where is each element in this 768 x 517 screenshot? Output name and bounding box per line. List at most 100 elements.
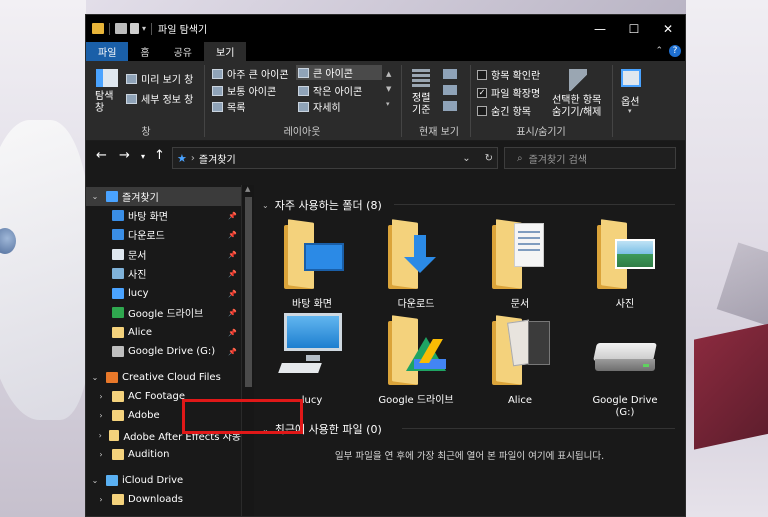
monitor-overlay xyxy=(304,243,344,271)
desktop-wallpaper-right xyxy=(686,0,768,517)
sidebar-item-label: Google 드라이브 xyxy=(128,309,204,320)
maximize-button[interactable]: ☐ xyxy=(617,15,651,42)
sidebar-item-즐겨찾기[interactable]: ⌄ 즐겨찾기 xyxy=(86,187,241,206)
sidebar-item-downloads[interactable]: › Downloads xyxy=(86,490,241,509)
add-columns-icon[interactable] xyxy=(443,85,457,95)
tab-share[interactable]: 공유 xyxy=(162,42,204,61)
sidebar-item-google-드라이브[interactable]: Google 드라이브 📌 xyxy=(86,303,241,322)
folder-tile[interactable]: 다운로드 xyxy=(376,213,456,323)
navigation-scrollbar[interactable]: ▲ xyxy=(241,185,254,516)
sidebar-item-문서[interactable]: 문서 📌 xyxy=(86,245,241,264)
navigation-pane-button[interactable]: 탐색 창 xyxy=(95,91,113,115)
chevron-down-icon[interactable]: ⌄ xyxy=(90,192,100,201)
sort-by-button[interactable]: 정렬 기준 xyxy=(412,93,430,117)
hidden-items-checkbox[interactable] xyxy=(477,105,487,116)
navigation-pane-icon[interactable] xyxy=(96,69,118,87)
size-columns-icon[interactable] xyxy=(443,101,457,111)
chevron-right-icon[interactable]: › xyxy=(96,411,106,420)
scroll-up-arrow[interactable]: ▲ xyxy=(245,185,250,193)
search-input[interactable]: ⌕ 즐겨찾기 검색 xyxy=(504,147,676,169)
sidebar-item-label: 즐겨찾기 xyxy=(122,193,159,204)
up-button[interactable]: ↑ xyxy=(154,148,165,163)
hide-selected-icon[interactable] xyxy=(569,69,587,91)
scrollbar-thumb[interactable] xyxy=(245,197,252,387)
sidebar-item-label: AC Footage xyxy=(128,391,186,402)
layout-list[interactable]: 목록 xyxy=(227,99,245,114)
chevron-right-icon[interactable]: › xyxy=(96,392,106,401)
tab-file[interactable]: 파일 xyxy=(86,42,129,61)
drive-led xyxy=(643,364,649,367)
frequent-folders-header[interactable]: ⌄ 자주 사용하는 폴더 (8) xyxy=(262,197,382,213)
sidebar-item-다운로드[interactable]: 다운로드 📌 xyxy=(86,225,241,244)
sidebar-item-google-drive-g-[interactable]: Google Drive (G:) 📌 xyxy=(86,342,241,361)
sidebar-item-creative-cloud-files[interactable]: ⌄ Creative Cloud Files xyxy=(86,368,241,387)
icloud-icon xyxy=(106,475,118,486)
folder-tile[interactable]: Alice xyxy=(480,309,560,419)
ribbon-tabs: 파일 홈 공유 보기 ⌃ ? xyxy=(86,42,685,61)
minimize-button[interactable]: — xyxy=(583,15,617,42)
item-checkboxes-checkbox[interactable] xyxy=(477,69,487,80)
help-icon[interactable]: ? xyxy=(669,45,681,57)
folder-icon xyxy=(480,309,560,393)
pin-icon: 📌 xyxy=(228,308,237,317)
chevron-down-icon[interactable]: ⌄ xyxy=(90,476,100,485)
back-button[interactable]: ← xyxy=(96,148,107,163)
folder-icon xyxy=(112,449,124,460)
hidden-items-label[interactable]: 숨긴 항목 xyxy=(491,103,531,118)
close-button[interactable]: ✕ xyxy=(651,15,685,42)
file-extensions-checkbox[interactable]: ✓ xyxy=(477,87,487,98)
details-pane-button[interactable]: 세부 정보 창 xyxy=(141,91,193,106)
chevron-down-icon[interactable]: ▾ xyxy=(142,24,146,33)
layout-scroll-arrows[interactable]: ▲ ▼ ▾ xyxy=(386,67,391,112)
wallpaper-scarf xyxy=(694,320,768,450)
breadcrumb-separator: › xyxy=(190,152,195,164)
chevron-right-icon[interactable]: › xyxy=(96,431,104,440)
layout-large-icons[interactable]: 큰 아이콘 xyxy=(313,65,353,80)
hide-selected-button[interactable]: 선택한 항목 숨기기/해제 xyxy=(552,95,601,119)
chevron-right-icon[interactable]: › xyxy=(96,495,106,504)
folder-tile[interactable]: 사진 xyxy=(585,213,665,323)
address-field[interactable]: ★ › 즐겨찾기 ⌄ ↻ xyxy=(172,147,498,169)
folder-icon xyxy=(112,327,124,338)
chevron-right-icon[interactable]: › xyxy=(96,450,106,459)
options-icon[interactable] xyxy=(621,69,641,87)
folder-tile[interactable]: Google 드라이브 xyxy=(376,309,456,419)
options-button[interactable]: 옵션 xyxy=(621,93,639,108)
forward-button[interactable]: → xyxy=(119,148,130,163)
folder-tile[interactable]: 바탕 화면 xyxy=(272,213,352,323)
chevron-down-icon[interactable]: ⌄ xyxy=(90,373,100,382)
breadcrumb[interactable]: 즐겨찾기 xyxy=(199,151,236,166)
chevron-up-icon[interactable]: ⌃ xyxy=(655,46,663,56)
tab-view[interactable]: 보기 xyxy=(204,42,247,61)
address-bar-row: ← → ▾ ↑ ★ › 즐겨찾기 ⌄ ↻ ⌕ 즐겨찾기 검색 xyxy=(86,141,685,173)
sidebar-item-사진[interactable]: 사진 📌 xyxy=(86,264,241,283)
document-page xyxy=(514,223,544,267)
folder-label: Alice xyxy=(507,395,533,406)
sidebar-item-icloud-drive[interactable]: ⌄ iCloud Drive xyxy=(86,471,241,490)
recent-locations-button[interactable]: ▾ xyxy=(141,152,145,161)
layout-details[interactable]: 자세히 xyxy=(313,99,341,114)
layout-medium-icons[interactable]: 보통 아이콘 xyxy=(227,83,276,98)
preview-pane-button[interactable]: 미리 보기 창 xyxy=(141,71,193,86)
file-extensions-label[interactable]: 파일 확장명 xyxy=(491,85,540,100)
recent-files-empty-message: 일부 파일을 연 후에 가장 최근에 열어 본 파일이 여기에 표시됩니다. xyxy=(334,451,605,462)
tab-home[interactable]: 홈 xyxy=(128,42,161,61)
layout-small-icons[interactable]: 작은 아이콘 xyxy=(313,83,362,98)
sidebar-item-lucy[interactable]: lucy 📌 xyxy=(86,284,241,303)
folder-tile[interactable]: 문서 xyxy=(480,213,560,323)
ribbon-group-pane: 창 xyxy=(141,127,151,138)
folder-tile[interactable]: Google Drive (G:) xyxy=(585,309,665,419)
group-by-icon[interactable] xyxy=(443,69,457,79)
sidebar-item-바탕-화면[interactable]: 바탕 화면 📌 xyxy=(86,206,241,225)
sidebar-item-audition[interactable]: › Audition xyxy=(86,445,241,464)
item-checkboxes-label[interactable]: 항목 확인란 xyxy=(491,67,540,82)
address-history-dropdown[interactable]: ⌄ xyxy=(462,153,470,164)
refresh-button[interactable]: ↻ xyxy=(485,153,493,164)
sidebar-item-alice[interactable]: Alice 📌 xyxy=(86,323,241,342)
sort-by-icon[interactable] xyxy=(412,69,430,89)
layout-extra-large-icons[interactable]: 아주 큰 아이콘 xyxy=(227,66,289,81)
properties-icon[interactable] xyxy=(115,23,127,34)
chevron-down-icon[interactable]: ⌄ xyxy=(262,201,269,210)
new-folder-icon[interactable] xyxy=(130,23,139,34)
chevron-down-icon[interactable]: ▾ xyxy=(628,107,632,115)
